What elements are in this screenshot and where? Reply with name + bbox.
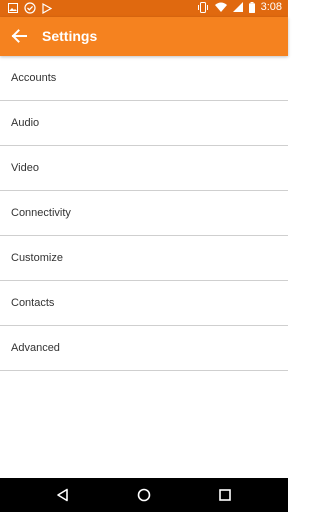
settings-item-advanced[interactable]: Advanced bbox=[0, 326, 288, 371]
settings-item-accounts[interactable]: Accounts bbox=[0, 56, 288, 101]
status-left-icons bbox=[8, 2, 52, 14]
settings-item-label: Accounts bbox=[11, 72, 57, 84]
settings-item-label: Advanced bbox=[11, 342, 60, 354]
app-bar: Settings bbox=[0, 17, 288, 56]
home-circle-icon bbox=[137, 488, 151, 502]
battery-icon bbox=[248, 1, 255, 13]
image-icon bbox=[8, 3, 18, 13]
back-triangle-icon bbox=[57, 488, 68, 502]
check-circle-icon bbox=[24, 2, 36, 14]
signal-icon bbox=[232, 2, 243, 12]
back-button[interactable] bbox=[6, 23, 32, 49]
navigation-bar bbox=[0, 478, 288, 512]
recents-square-icon bbox=[219, 489, 231, 501]
settings-item-label: Contacts bbox=[11, 297, 55, 309]
status-time: 3:08 bbox=[260, 1, 282, 13]
settings-item-label: Customize bbox=[11, 252, 63, 264]
wifi-icon bbox=[214, 2, 227, 12]
settings-list: Accounts Audio Video Connectivity Custom… bbox=[0, 56, 288, 371]
settings-item-audio[interactable]: Audio bbox=[0, 101, 288, 146]
settings-item-contacts[interactable]: Contacts bbox=[0, 281, 288, 326]
nav-back-button[interactable] bbox=[54, 486, 72, 504]
play-store-icon bbox=[42, 2, 52, 14]
nav-home-button[interactable] bbox=[135, 486, 153, 504]
nav-recents-button[interactable] bbox=[216, 486, 234, 504]
status-right-icons: 3:08 bbox=[197, 1, 282, 13]
vibrate-icon bbox=[197, 1, 208, 13]
settings-item-label: Connectivity bbox=[11, 207, 71, 219]
status-bar: 3:08 bbox=[0, 0, 288, 17]
page-title: Settings bbox=[42, 28, 98, 44]
settings-item-connectivity[interactable]: Connectivity bbox=[0, 191, 288, 236]
arrow-left-icon bbox=[11, 29, 27, 43]
settings-item-label: Audio bbox=[11, 117, 40, 129]
settings-item-label: Video bbox=[11, 162, 39, 174]
settings-item-video[interactable]: Video bbox=[0, 146, 288, 191]
settings-item-customize[interactable]: Customize bbox=[0, 236, 288, 281]
